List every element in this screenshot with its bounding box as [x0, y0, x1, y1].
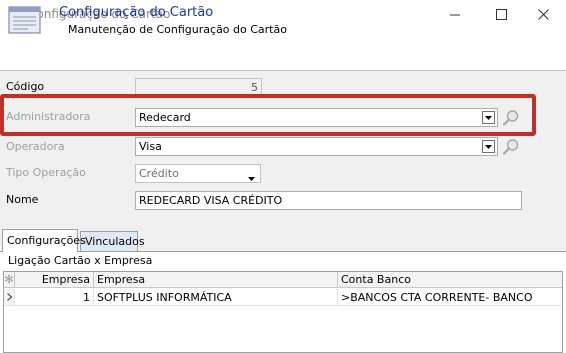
tab-configuracoes[interactable]: Configurações — [2, 229, 86, 252]
grid-header-conta-banco[interactable]: Conta Banco — [338, 272, 562, 288]
row-indicator-icon — [4, 289, 15, 306]
header-subtitle: Manutenção de Configuração do Cartão — [68, 23, 287, 36]
chevron-down-icon — [248, 171, 255, 182]
codigo-label: Código — [6, 80, 45, 93]
operadora-label: Operadora — [6, 140, 65, 153]
group-label: Ligação Cartão x Empresa — [8, 254, 153, 267]
grid-header-empresa-id[interactable]: Empresa — [15, 272, 94, 288]
operadora-value: Visa — [139, 140, 162, 153]
table-row-empresa[interactable]: SOFTPLUS INFORMÁTICA — [94, 289, 338, 306]
nome-label: Nome — [6, 193, 39, 206]
tipo-operacao-select[interactable]: Crédito — [135, 164, 261, 183]
magnifier-icon — [502, 138, 518, 155]
tipo-operacao-label: Tipo Operação — [6, 166, 86, 179]
grid-corner-icon: ✻ — [4, 272, 15, 288]
maximize-button[interactable] — [478, 0, 524, 28]
close-icon — [537, 8, 549, 20]
close-button[interactable] — [520, 0, 566, 28]
empresa-grid[interactable]: ✻ Empresa Empresa Conta Banco 1 SOFTPLUS… — [3, 271, 563, 353]
administradora-highlight — [0, 94, 536, 136]
operadora-search-button[interactable] — [500, 136, 521, 157]
nome-field[interactable]: REDECARD VISA CRÉDITO — [135, 191, 522, 210]
table-row-empresa-id[interactable]: 1 — [15, 289, 94, 306]
minimize-icon — [449, 14, 460, 15]
table-row-conta-banco[interactable]: >BANCOS CTA CORRENTE- BANCO — [338, 289, 562, 306]
form-window-icon — [8, 5, 42, 35]
tipo-operacao-value: Crédito — [139, 167, 179, 180]
operadora-dropdown-button[interactable] — [482, 140, 495, 153]
tab-vinculados[interactable]: Vinculados — [80, 231, 145, 251]
minimize-button[interactable] — [432, 0, 478, 28]
grid-header-empresa[interactable]: Empresa — [94, 272, 338, 288]
operadora-select[interactable]: Visa — [135, 137, 498, 156]
maximize-icon — [495, 8, 507, 20]
header-title: Configuração do Cartão — [59, 5, 214, 20]
chevron-down-icon — [485, 144, 492, 149]
